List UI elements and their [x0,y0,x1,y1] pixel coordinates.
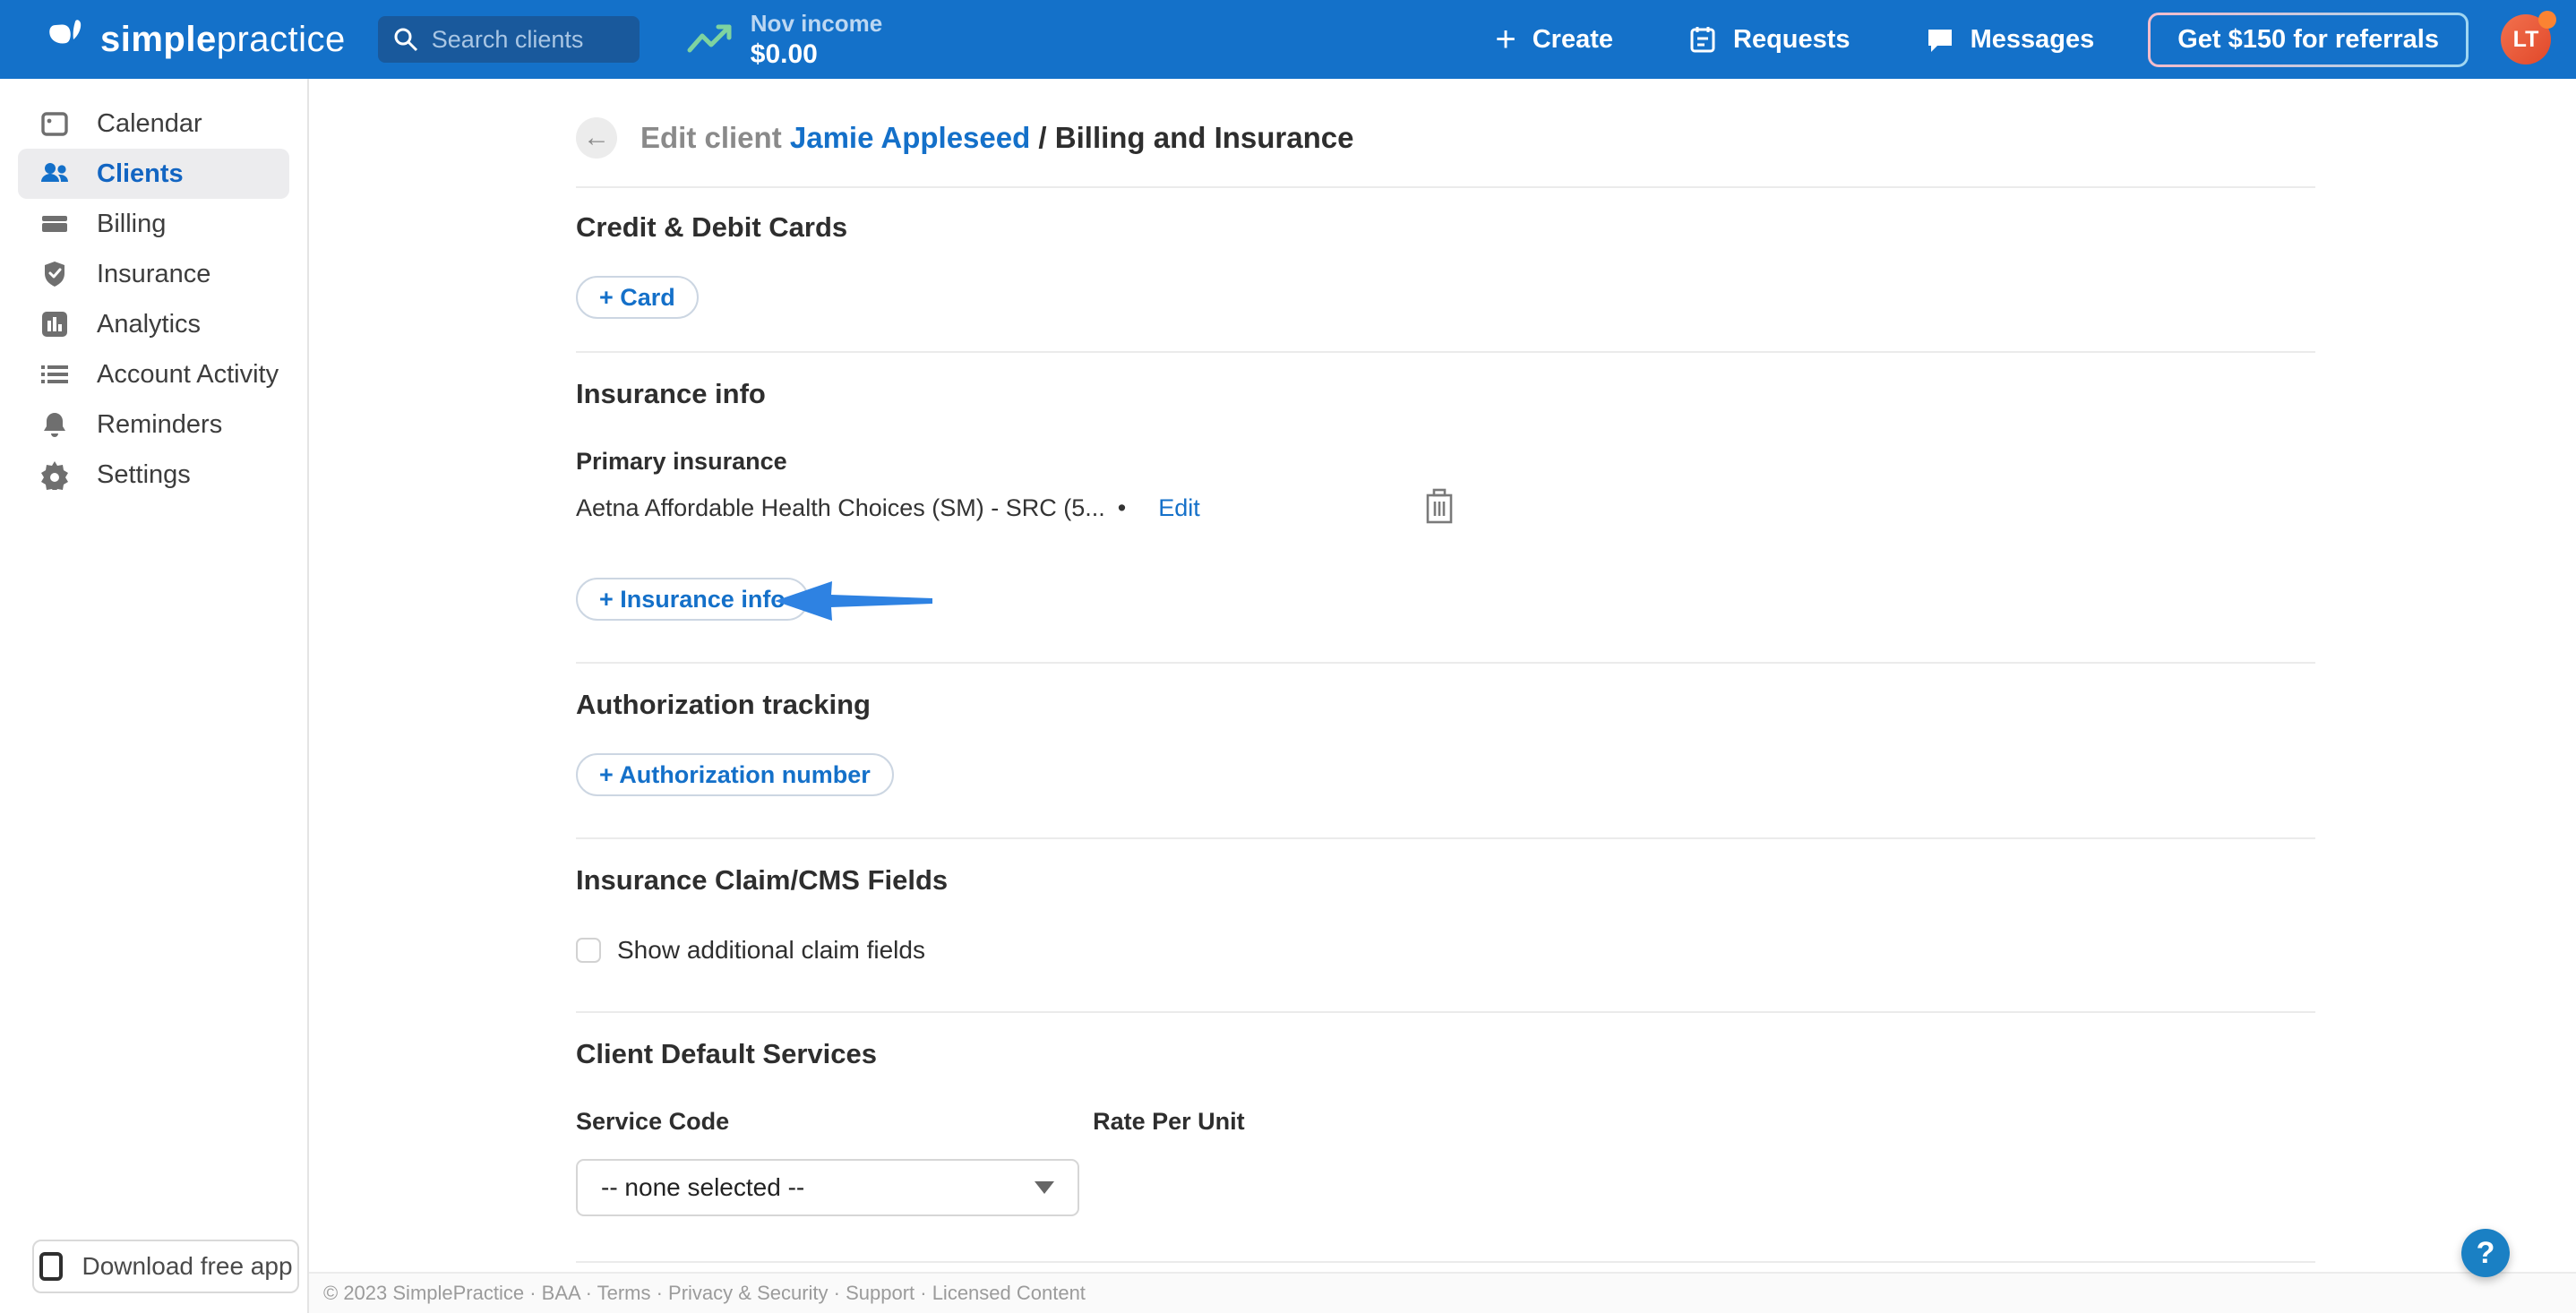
butterfly-logo-icon [48,16,95,63]
sidebar-label: Billing [97,210,166,239]
sidebar-item-calendar[interactable]: Calendar [0,99,307,149]
question-mark-icon: ? [2477,1236,2495,1271]
top-navigation-bar: simplepractice Nov income $0.00 + Create… [0,0,2576,79]
monthly-income-widget[interactable]: Nov income $0.00 [686,10,882,70]
sidebar-label: Calendar [97,109,202,139]
claim-fields-checkbox[interactable] [576,938,601,963]
sidebar-label: Clients [97,159,184,189]
authorization-tracking-section: Authorization tracking + Authorization n… [576,662,2315,837]
messages-chat-icon [1926,25,1954,54]
page-header: ← Edit client Jamie Appleseed / Billing … [576,111,2315,165]
sidebar-navigation: Calendar Clients Billing Insurance [0,79,309,1313]
create-button[interactable]: + Create [1495,25,1613,55]
sidebar-item-clients[interactable]: Clients [18,149,289,199]
primary-insurance-row: Aetna Affordable Health Choices (SM) - S… [576,488,2315,528]
insurance-section-title: Insurance info [576,378,2315,410]
sidebar-label: Settings [97,460,191,490]
add-insurance-info-button[interactable]: + Insurance info [576,578,809,621]
shield-check-icon [39,259,70,289]
clients-people-icon [39,159,70,189]
create-label: Create [1533,25,1613,55]
sidebar-label: Insurance [97,260,210,289]
search-icon [392,26,419,53]
avatar-initials: LT [2513,27,2539,53]
trash-icon [1422,486,1456,526]
client-name-link[interactable]: Jamie Appleseed [790,121,1030,154]
plus-icon: + [1495,26,1516,53]
services-section-title: Client Default Services [576,1038,2315,1070]
footer-legal-links[interactable]: © 2023 SimplePractice · BAA · Terms · Pr… [323,1282,1086,1305]
sidebar-item-insurance[interactable]: Insurance [0,249,307,299]
add-card-button[interactable]: + Card [576,276,699,319]
insurance-claim-fields-section: Insurance Claim/CMS Fields Show addition… [576,837,2315,1011]
brand-wordmark: simplepractice [100,20,346,60]
authorization-section-title: Authorization tracking [576,689,2315,721]
sidebar-label: Account Activity [97,360,279,390]
insurance-bullet: • [1118,494,1126,522]
client-default-services-section: Client Default Services Service Code Rat… [576,1011,2315,1261]
bell-icon [39,409,70,440]
services-column-labels: Service Code Rate Per Unit [576,1108,2315,1136]
phone-icon [39,1251,64,1282]
add-insurance-row: + Insurance info [576,578,2315,622]
primary-insurance-label: Primary insurance [576,448,2315,476]
requests-label: Requests [1733,25,1850,55]
service-code-label: Service Code [576,1108,729,1136]
income-value: $0.00 [751,39,882,70]
claim-section-title: Insurance Claim/CMS Fields [576,864,2315,897]
gear-icon [39,459,70,490]
cards-section-title: Credit & Debit Cards [576,211,2315,244]
delete-insurance-button[interactable] [1422,486,1462,529]
show-additional-claim-fields-row[interactable]: Show additional claim fields [576,936,2315,965]
edit-insurance-link[interactable]: Edit [1158,494,1200,522]
referral-offer-button[interactable]: Get $150 for referrals [2148,13,2469,67]
add-authorization-number-button[interactable]: + Authorization number [576,753,894,796]
rate-per-unit-label: Rate Per Unit [1093,1108,1245,1136]
search-input[interactable] [432,26,625,54]
chevron-down-icon [1035,1181,1054,1194]
sidebar-label: Analytics [97,310,201,339]
requests-clipboard-icon [1688,25,1717,54]
title-prefix: Edit client [640,121,790,154]
title-suffix: / Billing and Insurance [1030,121,1353,154]
sidebar-label: Reminders [97,410,222,440]
sidebar-item-account-activity[interactable]: Account Activity [0,349,307,399]
service-code-select[interactable]: -- none selected -- [576,1159,1079,1216]
main-content: ← Edit client Jamie Appleseed / Billing … [309,79,2576,1272]
primary-insurance-value: Aetna Affordable Health Choices (SM) - S… [576,494,1105,522]
back-button[interactable]: ← [576,117,617,159]
service-code-selected-value: -- none selected -- [601,1173,1035,1202]
annotation-arrow-icon [775,581,932,621]
insurance-info-section: Insurance info Primary insurance Aetna A… [576,351,2315,662]
client-search[interactable] [378,16,640,63]
topnav-actions: + Create Requests Messages [1495,25,2094,55]
calendar-icon [39,108,70,139]
user-avatar[interactable]: LT [2501,14,2551,64]
form-actions: Cancel Save Client [576,1261,2315,1272]
credit-debit-cards-section: Credit & Debit Cards + Card [576,186,2315,351]
messages-button[interactable]: Messages [1926,25,2095,55]
help-button[interactable]: ? [2461,1229,2510,1277]
sidebar-item-reminders[interactable]: Reminders [0,399,307,450]
messages-label: Messages [1971,25,2095,55]
sidebar-item-analytics[interactable]: Analytics [0,299,307,349]
download-app-label: Download free app [82,1252,292,1281]
page-footer: © 2023 SimplePractice · BAA · Terms · Pr… [309,1272,2576,1313]
download-app-button[interactable]: Download free app [32,1240,299,1293]
activity-list-icon [39,359,70,390]
credit-card-icon [39,209,70,239]
requests-button[interactable]: Requests [1688,25,1850,55]
bar-chart-icon [39,309,70,339]
sidebar-item-settings[interactable]: Settings [0,450,307,500]
trend-line-icon [686,21,733,57]
page-title: Edit client Jamie Appleseed / Billing an… [640,121,1354,155]
income-label: Nov income [751,10,882,38]
sidebar-item-billing[interactable]: Billing [0,199,307,249]
referral-label: Get $150 for referrals [2151,15,2466,64]
claim-fields-checkbox-label: Show additional claim fields [617,936,925,965]
notification-badge [2538,11,2556,29]
simplepractice-logo[interactable]: simplepractice [48,16,346,63]
